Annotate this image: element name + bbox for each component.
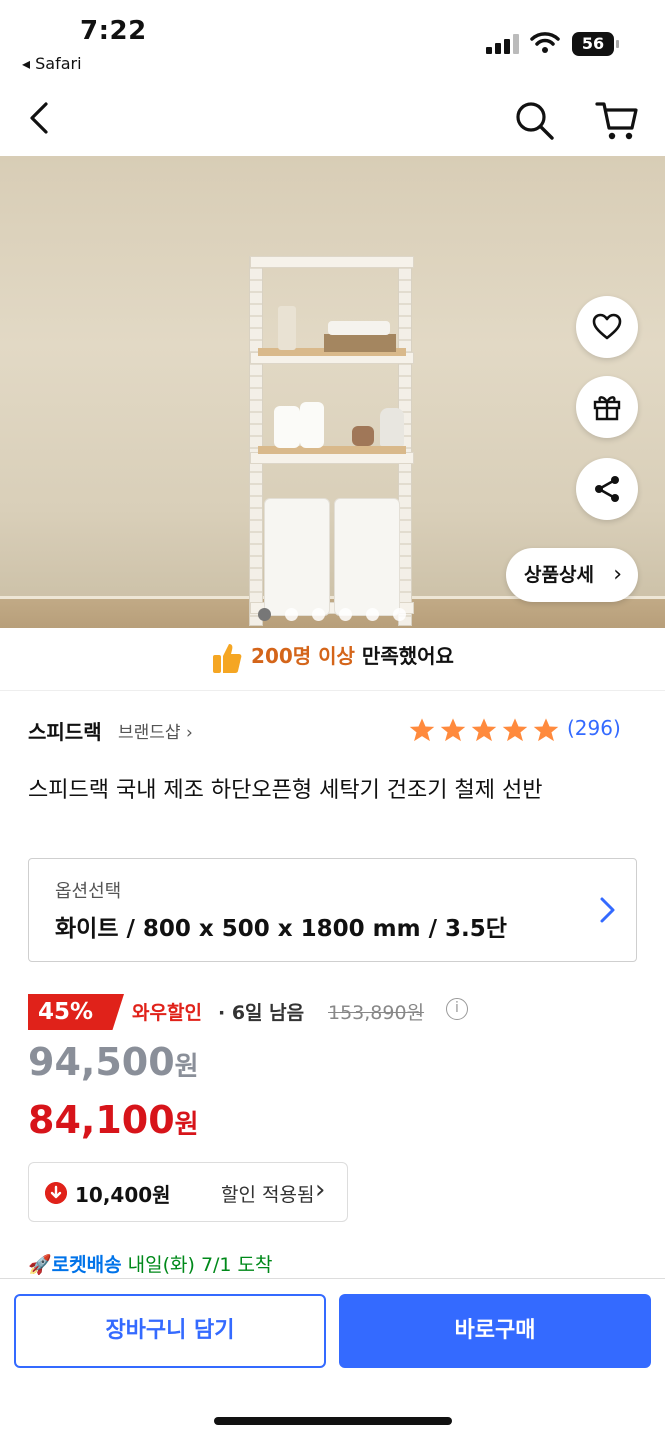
gift-button[interactable] <box>576 376 638 438</box>
option-value: 화이트 / 800 x 500 x 1800 mm / 3.5단 <box>55 916 507 942</box>
option-selector[interactable]: 옵션선택 화이트 / 800 x 500 x 1800 mm / 3.5단 <box>28 858 637 962</box>
chevron-left-icon[interactable] <box>22 98 62 138</box>
rocket-icon: 🚀 <box>28 1254 52 1276</box>
brand-shop-link[interactable]: 브랜드샵 › <box>118 718 193 743</box>
option-label: 옵션선택 <box>55 881 122 902</box>
brand-name[interactable]: 스피드랙 <box>28 716 102 745</box>
wishlist-button[interactable] <box>576 296 638 358</box>
status-bar: 7:22 ◂ Safari 56 <box>0 0 665 80</box>
product-detail-label: 상품상세 <box>524 564 594 586</box>
add-to-cart-button[interactable]: 장바구니 담기 <box>14 1294 326 1368</box>
product-detail-button[interactable]: 상품상세 › <box>506 548 638 602</box>
home-indicator[interactable] <box>214 1417 452 1425</box>
star-icon <box>502 718 528 742</box>
battery-level: 56 <box>581 34 605 53</box>
satisfaction-text: 만족했어요 <box>354 644 454 668</box>
chevron-right-icon <box>600 897 615 923</box>
buy-now-button[interactable]: 바로구매 <box>339 1294 651 1368</box>
shelf-post <box>249 256 263 626</box>
battery-icon: 56 <box>572 32 620 56</box>
carousel-dot[interactable] <box>258 608 271 621</box>
share-icon <box>595 476 619 502</box>
wifi-icon <box>530 32 560 53</box>
chevron-right-icon: › <box>315 1175 326 1205</box>
status-time: 7:22 <box>80 16 147 46</box>
info-icon[interactable]: i <box>446 998 468 1020</box>
discount-badge: 45% <box>28 994 124 1030</box>
bottom-action-bar: 장바구니 담기 바로구매 <box>0 1278 665 1440</box>
rocket-delivery: 🚀로켓배송 내일(화) 7/1 도착 <box>28 1250 273 1280</box>
search-icon[interactable] <box>512 98 556 142</box>
carousel-dot[interactable] <box>339 608 352 621</box>
carousel-dot[interactable] <box>312 608 325 621</box>
gift-icon <box>593 396 621 421</box>
cellular-signal-icon <box>486 34 519 54</box>
original-price: 153,890원 <box>328 1002 425 1024</box>
rocket-delivery-name: 로켓배송 <box>51 1254 122 1276</box>
share-button[interactable] <box>576 458 638 520</box>
arrow-down-icon <box>45 1182 67 1204</box>
carousel-dot[interactable] <box>366 608 379 621</box>
satisfaction-count: 200명 이상 <box>251 644 355 668</box>
final-price: 84,100원 <box>28 1098 199 1142</box>
coupon-amount: 10,400원 <box>75 1183 171 1207</box>
star-icon <box>440 718 466 742</box>
cart-icon[interactable] <box>594 98 640 142</box>
review-count-link[interactable]: (296) <box>567 716 621 740</box>
thumbs-up-icon <box>213 643 242 673</box>
carousel-dot[interactable] <box>285 608 298 621</box>
sale-price: 94,500원 <box>28 1040 199 1084</box>
heart-icon <box>592 313 622 340</box>
satisfaction-banner: 200명 이상 만족했어요 <box>0 634 665 678</box>
top-nav <box>0 86 665 154</box>
coupon-text: 할인 적용됨 <box>221 1184 315 1206</box>
star-icon <box>533 718 559 742</box>
carousel-dot[interactable] <box>393 608 406 621</box>
product-image[interactable]: 상품상세 › <box>0 156 665 628</box>
product-title: 스피드랙 국내 제조 하단오픈형 세탁기 건조기 철제 선반 <box>28 778 543 803</box>
remaining-days: · 6일 남음 <box>218 1002 305 1024</box>
star-icon <box>409 718 435 742</box>
star-icon <box>471 718 497 742</box>
delivery-date: 내일(화) 7/1 도착 <box>121 1254 273 1276</box>
wow-discount-label: 와우할인 <box>132 1002 202 1024</box>
back-to-safari-link[interactable]: ◂ Safari <box>22 54 82 73</box>
coupon-discount-button[interactable]: 10,400원 할인 적용됨 › <box>28 1162 348 1222</box>
chevron-right-icon: › <box>613 562 622 587</box>
